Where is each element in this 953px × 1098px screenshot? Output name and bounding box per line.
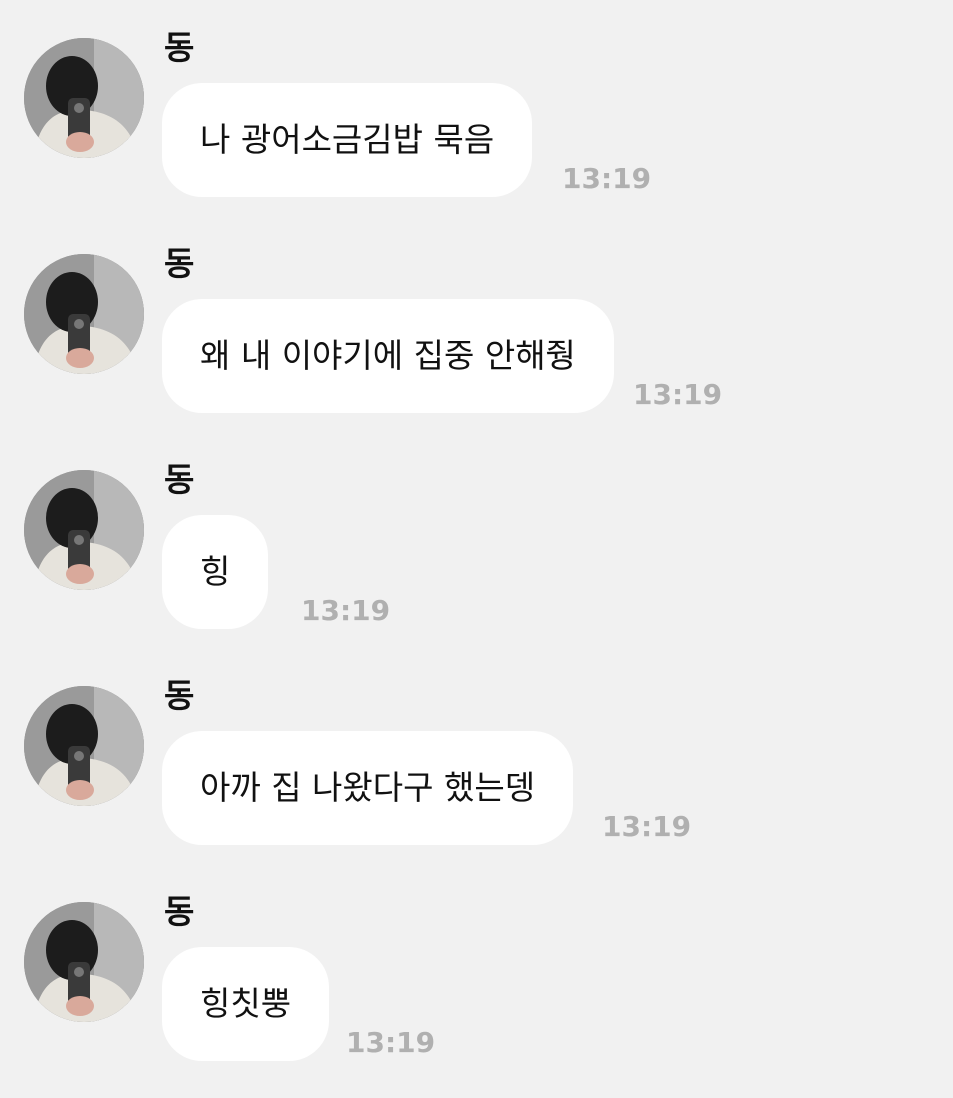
- profile-photo-icon: [24, 902, 144, 1022]
- message-text: 왜 내 이야기에 집중 안해줭: [200, 336, 576, 375]
- message-time: 13:19: [633, 378, 723, 411]
- sender-name: 동: [164, 676, 195, 715]
- message-row: 동 힝칫뿡 13:19: [0, 864, 953, 1080]
- avatar[interactable]: [24, 254, 144, 374]
- message-row: 동 나 광어소금김밥 묵음 13:19: [0, 0, 953, 216]
- message-bubble[interactable]: 나 광어소금김밥 묵음: [162, 83, 533, 197]
- message-row: 동 아까 집 나왔다구 했는뎅 13:19: [0, 648, 953, 864]
- message-text: 힝칫뿡: [200, 984, 292, 1023]
- message-text: 나 광어소금김밥 묵음: [200, 120, 495, 159]
- avatar[interactable]: [24, 686, 144, 806]
- profile-photo-icon: [24, 38, 144, 158]
- message-bubble[interactable]: 힝: [162, 515, 269, 629]
- message-row: 동 왜 내 이야기에 집중 안해줭 13:19: [0, 216, 953, 432]
- sender-name: 동: [164, 244, 195, 283]
- profile-photo-icon: [24, 470, 144, 590]
- message-bubble[interactable]: 왜 내 이야기에 집중 안해줭: [162, 299, 614, 413]
- avatar[interactable]: [24, 470, 144, 590]
- message-row: 동 힝 13:19: [0, 432, 953, 648]
- avatar[interactable]: [24, 902, 144, 1022]
- profile-photo-icon: [24, 686, 144, 806]
- message-bubble[interactable]: 아까 집 나왔다구 했는뎅: [162, 731, 574, 845]
- sender-name: 동: [164, 28, 195, 67]
- message-time: 13:19: [602, 810, 692, 843]
- message-bubble[interactable]: 힝칫뿡: [162, 947, 330, 1061]
- profile-photo-icon: [24, 254, 144, 374]
- avatar[interactable]: [24, 38, 144, 158]
- message-time: 13:19: [301, 594, 391, 627]
- chat-thread: 동 나 광어소금김밥 묵음 13:19 동 왜 내 이야기에 집중 안해줭 13…: [0, 0, 953, 1098]
- message-text: 힝: [200, 552, 231, 591]
- message-time: 13:19: [346, 1026, 436, 1059]
- message-text: 아까 집 나왔다구 했는뎅: [200, 768, 536, 807]
- sender-name: 동: [164, 460, 195, 499]
- sender-name: 동: [164, 892, 195, 931]
- message-time: 13:19: [562, 162, 652, 195]
